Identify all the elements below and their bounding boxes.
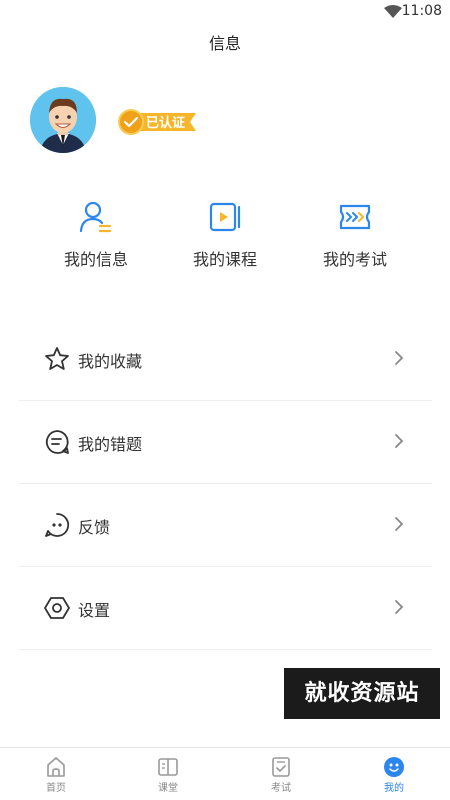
status-bar: 11:08 <box>0 0 450 24</box>
tab-exam-label: 考试 <box>271 783 291 794</box>
quick-my-courses[interactable]: 我的课程 <box>170 200 280 270</box>
tab-classroom-label: 课堂 <box>158 783 178 794</box>
quick-my-info[interactable]: 我的信息 <box>41 200 151 270</box>
chevron-right-icon <box>395 517 404 531</box>
tab-home[interactable]: 首页 <box>0 748 112 800</box>
tab-mine-label: 我的 <box>384 783 404 794</box>
menu-item-favorites[interactable]: 我的收藏 <box>18 318 432 401</box>
avatar-illustration-icon <box>30 87 96 153</box>
quick-my-exams-label: 我的考试 <box>322 250 387 269</box>
menu-item-feedback-label: 反馈 <box>78 518 111 537</box>
status-time: 11:08 <box>401 3 442 19</box>
wifi-icon <box>384 5 402 18</box>
watermark-overlay: 就收资源站 <box>284 668 440 719</box>
book-icon <box>158 758 178 776</box>
tab-home-label: 首页 <box>46 783 66 794</box>
star-icon <box>45 347 69 370</box>
page-title: 信息 <box>208 34 241 53</box>
avatar[interactable] <box>30 87 96 153</box>
menu-item-wrong-questions-label: 我的错题 <box>78 435 143 454</box>
user-info-icon <box>79 201 112 233</box>
chat-lines-icon <box>45 430 69 454</box>
quick-my-info-label: 我的信息 <box>63 250 128 269</box>
menu-item-favorites-label: 我的收藏 <box>78 352 143 371</box>
checklist-icon <box>272 757 290 777</box>
menu-item-wrong-questions[interactable]: 我的错题 <box>18 401 432 484</box>
tab-classroom[interactable]: 课堂 <box>112 748 224 800</box>
exam-arrows-icon <box>339 204 371 230</box>
tab-mine[interactable]: 我的 <box>338 748 450 800</box>
chevron-right-icon <box>395 351 404 365</box>
certified-badge-label: 已认证 <box>146 116 186 131</box>
tab-exam[interactable]: 考试 <box>225 748 337 800</box>
menu-item-settings[interactable]: 设置 <box>18 567 432 650</box>
menu-item-feedback[interactable]: 反馈 <box>18 484 432 567</box>
menu-item-settings-label: 设置 <box>78 601 111 620</box>
quick-my-courses-label: 我的课程 <box>192 250 257 269</box>
feedback-dots-icon <box>45 513 70 537</box>
hexagon-settings-icon <box>44 597 70 619</box>
bottom-tab-bar: 首页 课堂 考试 我的 <box>0 747 450 800</box>
chevron-right-icon <box>395 434 404 448</box>
chevron-right-icon <box>395 600 404 614</box>
quick-my-exams[interactable]: 我的考试 <box>300 200 410 270</box>
course-video-icon <box>209 202 241 232</box>
home-icon <box>47 757 65 777</box>
smile-icon <box>384 757 404 777</box>
